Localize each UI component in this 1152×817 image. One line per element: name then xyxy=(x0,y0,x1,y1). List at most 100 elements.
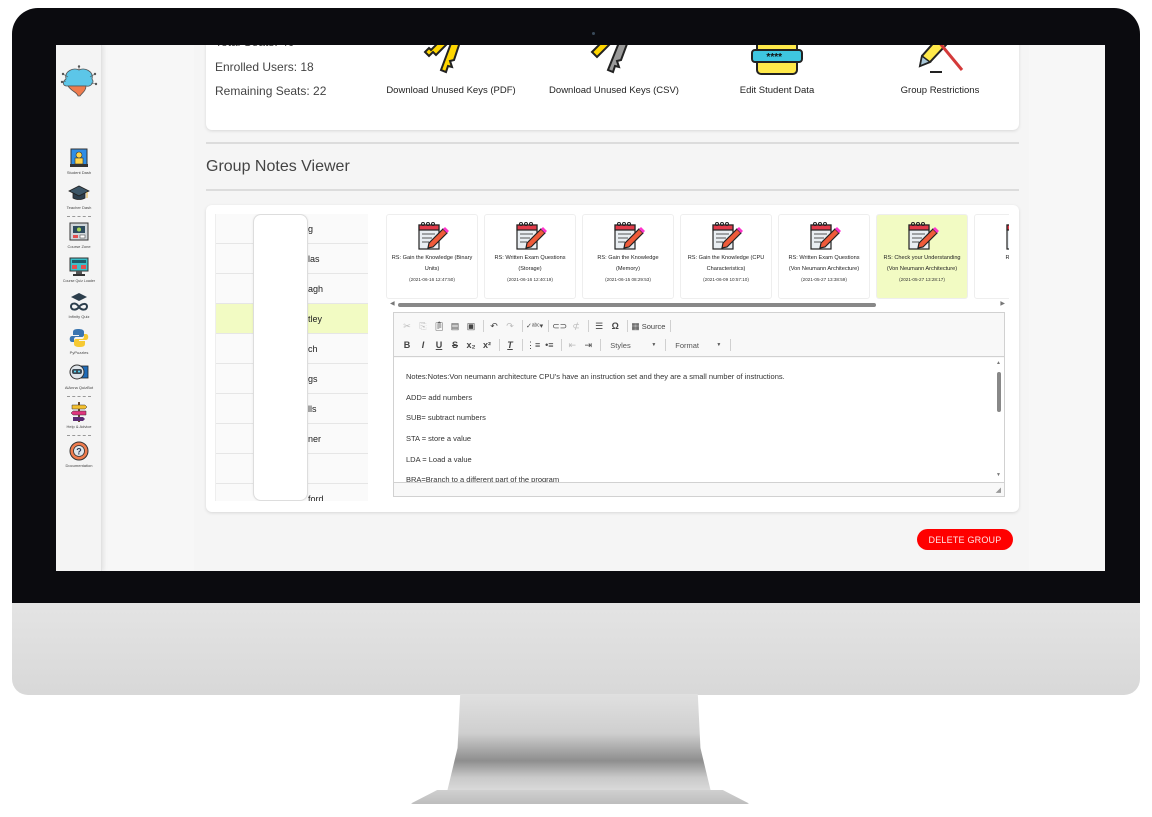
sidebar-item-documentation[interactable]: ? Documentation xyxy=(56,440,102,468)
scroll-thumb[interactable] xyxy=(398,303,876,307)
scroll-up-icon[interactable]: ▲ xyxy=(996,360,1001,366)
note-title-line: RS: Written Exam Questions xyxy=(494,255,566,261)
student-name: ner xyxy=(308,434,322,444)
superscript-icon[interactable]: x² xyxy=(480,338,494,352)
notepad-pencil-icon xyxy=(810,222,841,250)
content-line: SUB= subtract numbers xyxy=(406,413,486,422)
sidebar-item-label: PyPuzzles xyxy=(69,350,89,355)
password-lock-icon: ****_ xyxy=(751,45,803,75)
styles-label: Styles xyxy=(610,340,631,350)
spellcheck-icon[interactable]: ✓ᵃᵇᶜ▾ xyxy=(526,319,543,333)
source-button[interactable]: ▦ Source xyxy=(631,319,665,333)
bold-icon[interactable]: B xyxy=(400,338,414,352)
note-title-line: (Von Neumann Architecture) xyxy=(788,266,860,272)
note-title: RS: Gain the Knowledge (CPU Characteristi… xyxy=(681,251,771,275)
bulleted-list-icon[interactable]: •≡ xyxy=(542,338,556,352)
toolbar-separator xyxy=(670,320,672,332)
note-tile[interactable]: RS: Written Exam Questions (Von Neumann A… xyxy=(778,214,870,299)
note-date: (2021-06-09 10:57:10) xyxy=(703,277,749,282)
toolbar-separator xyxy=(499,339,500,351)
remaining-seats: Remaining Seats: 22 xyxy=(215,84,327,98)
strikethrough-icon[interactable]: S xyxy=(448,338,462,352)
rich-text-editor: ✂ ⎘ 📋︎ ▤ ▣ ↶ ↷ ✓ᵃᵇᶜ▾ ⊂⊃ ⊄ ☰ Ω ▦ Source B… xyxy=(393,312,1005,497)
student-list: glasaghtleychgsllsnerford ▲ ▼ xyxy=(215,214,370,501)
underline-icon[interactable]: U xyxy=(432,338,446,352)
copy-icon[interactable]: ⎘ xyxy=(416,319,430,333)
format-label: Format xyxy=(675,340,700,350)
scroll-thumb[interactable] xyxy=(997,372,1001,412)
sidebar-item-label: Student Dash xyxy=(66,170,92,175)
remove-format-icon[interactable]: T xyxy=(503,338,517,352)
svg-text:****_: ****_ xyxy=(766,52,788,63)
special-char-icon[interactable]: Ω xyxy=(608,319,622,333)
format-dropdown[interactable]: Format ▼ xyxy=(669,341,727,350)
sidebar-item-student-dash[interactable]: Student Dash xyxy=(56,147,102,175)
screen: Student Dash Teacher Dash Course Zone Co… xyxy=(56,45,1105,571)
note-tile[interactable]: RS: Gain thNeuman (2021-0 xyxy=(974,214,1009,299)
sidebar-item-infinity-quiz[interactable]: Infinity Quiz xyxy=(56,291,102,319)
note-title-line: RS: Check your Understanding xyxy=(883,255,961,261)
toolbar-separator xyxy=(522,339,523,351)
note-tile[interactable]: RS: Written Exam Questions (Storage) (2021… xyxy=(484,214,576,299)
note-title-line: RS: Gain the Knowledge (Binary xyxy=(391,255,473,261)
note-tile[interactable]: RS: Gain the Knowledge (Memory) (2021-06-1… xyxy=(582,214,674,299)
toolbar-separator xyxy=(665,339,667,351)
group-restrictions-button[interactable]: Group Restrictions xyxy=(865,45,1015,96)
toolbar-separator xyxy=(600,339,602,351)
italic-icon[interactable]: I xyxy=(416,338,430,352)
action-label: Download Unused Keys (PDF) xyxy=(386,85,516,96)
cut-icon[interactable]: ✂ xyxy=(400,319,414,333)
outdent-icon[interactable]: ⇤ xyxy=(565,338,579,352)
styles-dropdown[interactable]: Styles ▼ xyxy=(604,341,662,350)
sidebar-item-help-advice[interactable]: Help & Advice xyxy=(56,401,102,429)
student-name: agh xyxy=(308,284,324,294)
redo-icon[interactable]: ↷ xyxy=(503,319,517,333)
note-tile[interactable]: RS: Gain the Knowledge (Binary Units) (202… xyxy=(386,214,478,299)
sidebar-item-course-quiz-loader[interactable]: Course Quiz Loader xyxy=(56,256,102,283)
note-date: (2021-0 xyxy=(975,277,1009,282)
undo-icon[interactable]: ↶ xyxy=(487,319,501,333)
unlink-icon[interactable]: ⊄ xyxy=(569,319,583,333)
link-icon[interactable]: ⊂⊃ xyxy=(552,319,567,333)
resize-grip-icon[interactable]: ◢ xyxy=(996,486,1001,494)
note-title: RS: Gain the Knowledge (Memory) xyxy=(583,251,673,275)
paste-word-icon[interactable]: ▣ xyxy=(464,319,478,333)
note-title: RS: Written Exam Questions (Von Neumann A… xyxy=(779,251,869,275)
note-title-line: RS: Gain th xyxy=(1005,255,1009,261)
editor-statusbar: ◢ xyxy=(394,482,1004,496)
indent-icon[interactable]: ⇥ xyxy=(581,338,595,352)
notes-carousel-scrollbar[interactable]: ◀ ▶ xyxy=(390,300,1005,308)
note-tile[interactable]: RS: Check your Understanding (Von Neumann… xyxy=(876,214,968,299)
paste-icon[interactable]: 📋︎ xyxy=(432,319,446,333)
numbered-list-icon[interactable]: ⋮≡ xyxy=(526,338,540,352)
robot-icon xyxy=(69,364,89,380)
source-icon: ▦ xyxy=(631,320,640,331)
no-pencil-icon xyxy=(918,45,964,73)
sidebar-item-teacher-dash[interactable]: Teacher Dash xyxy=(56,182,102,210)
sidebar-item-aianna-quizbot[interactable]: AiAnna QuizBot xyxy=(56,362,102,390)
scroll-left-icon[interactable]: ◀ xyxy=(390,300,395,307)
edit-student-data-button[interactable]: ****_ Edit Student Data xyxy=(702,45,852,96)
infinity-cap-icon xyxy=(69,293,89,311)
sidebar-item-course-zone[interactable]: Course Zone xyxy=(56,221,102,249)
download-keys-csv-button[interactable]: Download Unused Keys (CSV) xyxy=(539,45,689,96)
toolbar-separator xyxy=(627,320,629,332)
notepad-pencil-icon xyxy=(712,222,743,250)
note-tile[interactable]: RS: Gain the Knowledge (CPU Characteristi… xyxy=(680,214,772,299)
scroll-right-icon[interactable]: ▶ xyxy=(1000,300,1005,307)
sidebar-divider xyxy=(67,396,91,397)
sidebar-item-pypuzzles[interactable]: PyPuzzles xyxy=(56,327,102,355)
paste-text-icon[interactable]: ▤ xyxy=(448,319,462,333)
sidebar-item-label: Documentation xyxy=(65,463,93,468)
grey-key-icon xyxy=(590,45,628,74)
subscript-icon[interactable]: x₂ xyxy=(464,338,478,352)
horizontal-rule-icon[interactable]: ☰ xyxy=(592,319,606,333)
note-date: (2021-06-16 12:47:50) xyxy=(409,277,455,282)
scroll-down-icon[interactable]: ▼ xyxy=(996,472,1001,478)
delete-group-button[interactable]: DELETE GROUP xyxy=(917,529,1013,550)
editor-content[interactable]: Notes:Notes:Von neumann architecture CPU… xyxy=(394,358,1004,483)
content-line: ADD= add numbers xyxy=(406,393,473,402)
brain-logo-icon[interactable] xyxy=(60,65,98,99)
editor-scrollbar[interactable]: ▲ ▼ xyxy=(996,360,1002,478)
download-keys-pdf-button[interactable]: Download Unused Keys (PDF) xyxy=(376,45,526,96)
